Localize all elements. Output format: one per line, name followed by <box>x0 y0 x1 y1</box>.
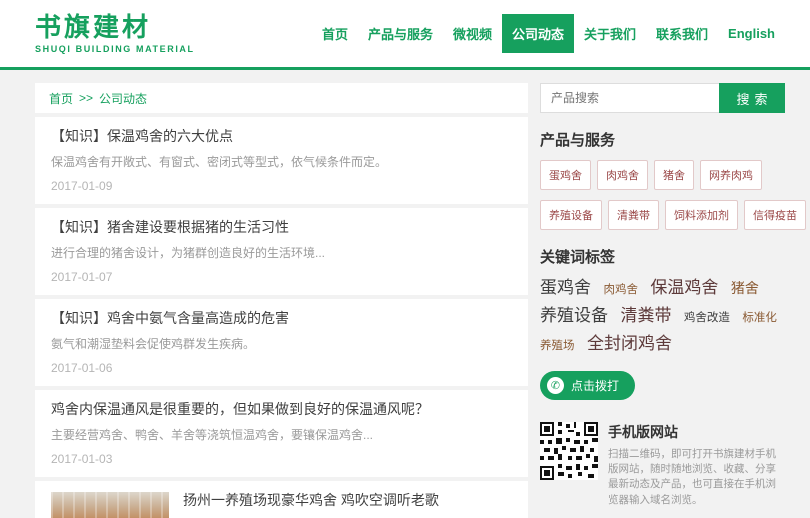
keyword-tag[interactable]: 保温鸡舍 <box>650 278 718 297</box>
keyword-tag[interactable]: 养殖设备 <box>540 306 608 325</box>
nav-item-english[interactable]: English <box>718 16 785 51</box>
product-tag[interactable]: 蛋鸡舍 <box>540 160 591 190</box>
logo-subtitle: SHUQI BUILDING MATERIAL <box>35 44 195 54</box>
news-title[interactable]: 鸡舍内保温通风是很重要的，但如果做到良好的保温通风呢？ <box>51 401 512 417</box>
news-description: 进行合理的猪舍设计，为猪群创造良好的生活环境... <box>51 246 512 260</box>
content: 首页 >> 公司动态 【知识】保温鸡舍的六大优点 保温鸡舍有开敞式、有窗式、密闭… <box>0 70 810 518</box>
search-input[interactable] <box>540 83 719 113</box>
nav-item-video[interactable]: 微视频 <box>443 14 502 53</box>
news-title[interactable]: 【知识】保温鸡舍的六大优点 <box>51 128 512 144</box>
product-tag[interactable]: 清粪带 <box>608 200 659 230</box>
news-description: 保温鸡舍有开敞式、有窗式、密闭式等型式，依气候条件而定。 <box>51 155 512 169</box>
phone-icon: ✆ <box>547 377 564 394</box>
mobile-site-title: 手机版网站 <box>608 422 785 442</box>
news-title[interactable]: 【知识】猪舍建设要根据猪的生活习性 <box>51 219 512 235</box>
news-column: 首页 >> 公司动态 【知识】保温鸡舍的六大优点 保温鸡舍有开敞式、有窗式、密闭… <box>35 83 528 518</box>
nav-item-products[interactable]: 产品与服务 <box>358 14 443 53</box>
logo[interactable]: 书旗建材 SHUQI BUILDING MATERIAL <box>35 13 195 55</box>
news-item[interactable]: 【知识】鸡舍中氨气含量高造成的危害 氨气和潮湿垫料会促使鸡群发生疾病。 2017… <box>35 299 528 386</box>
news-description: 主要经营鸡舍、鸭舍、羊舍等浇筑恒温鸡舍，要镶保温鸡舍... <box>51 428 512 442</box>
mobile-site-description: 扫描二维码，即可打开书旗建材手机版网站，随时随地浏览、收藏、分享最新动态及产品，… <box>608 447 785 508</box>
nav-item-contact[interactable]: 联系我们 <box>646 14 718 53</box>
breadcrumb-separator: >> <box>79 91 93 105</box>
news-date: 2017-01-06 <box>51 361 512 375</box>
keyword-tag[interactable]: 全封闭鸡舍 <box>587 334 672 353</box>
news-date: 2017-01-03 <box>51 452 512 466</box>
click-to-call-button[interactable]: ✆ 点击拨打 <box>540 371 635 400</box>
product-tag[interactable]: 养殖设备 <box>540 200 602 230</box>
keyword-tag[interactable]: 猪舍 <box>731 280 759 296</box>
search-button[interactable]: 搜索 <box>719 83 785 113</box>
product-tag[interactable]: 猪舍 <box>654 160 694 190</box>
news-thumbnail <box>51 492 169 518</box>
news-title[interactable]: 【知识】鸡舍中氨气含量高造成的危害 <box>51 310 512 326</box>
breadcrumb-home-link[interactable]: 首页 <box>49 90 73 107</box>
sidebar: 搜索 产品与服务 蛋鸡舍 肉鸡舍 猪舍 网养肉鸡 养殖设备 清粪带 饲料添加剂 … <box>540 83 785 518</box>
product-tag[interactable]: 信得疫苗 <box>744 200 806 230</box>
product-tag[interactable]: 肉鸡舍 <box>597 160 648 190</box>
call-button-label: 点击拨打 <box>571 377 619 394</box>
products-section-title: 产品与服务 <box>540 129 785 150</box>
breadcrumb: 首页 >> 公司动态 <box>35 83 528 113</box>
product-tag-row: 蛋鸡舍 肉鸡舍 猪舍 网养肉鸡 <box>540 160 785 190</box>
news-item[interactable]: 鸡舍内保温通风是很重要的，但如果做到良好的保温通风呢？ 主要经营鸡舍、鸭舍、羊舍… <box>35 390 528 477</box>
news-item[interactable]: 【知识】猪舍建设要根据猪的生活习性 进行合理的猪舍设计，为猪群创造良好的生活环境… <box>35 208 528 295</box>
keyword-tag[interactable]: 清粪带 <box>620 306 671 325</box>
product-tag[interactable]: 饲料添加剂 <box>665 200 738 230</box>
news-date: 2017-01-07 <box>51 270 512 284</box>
main-nav: 首页 产品与服务 微视频 公司动态 关于我们 联系我们 English <box>312 14 785 53</box>
nav-item-about[interactable]: 关于我们 <box>574 14 646 53</box>
nav-item-home[interactable]: 首页 <box>312 14 358 53</box>
logo-title: 书旗建材 <box>35 13 195 42</box>
news-date: 2017-01-09 <box>51 179 512 193</box>
keyword-tag[interactable]: 肉鸡舍 <box>603 284 638 296</box>
news-title[interactable]: 扬州一养殖场现豪华鸡舍 鸡吹空调听老歌 <box>183 492 439 508</box>
news-item[interactable]: 【知识】保温鸡舍的六大优点 保温鸡舍有开敞式、有窗式、密闭式等型式，依气候条件而… <box>35 117 528 204</box>
breadcrumb-current: 公司动态 <box>99 90 147 107</box>
news-description: 氨气和潮湿垫料会促使鸡群发生疾病。 <box>51 337 512 351</box>
nav-item-company-news[interactable]: 公司动态 <box>502 14 574 53</box>
qr-code-mobile-site <box>540 422 598 480</box>
keyword-tag[interactable]: 鸡舍改造 <box>684 312 730 324</box>
product-search: 搜索 <box>540 83 785 113</box>
keyword-tag-cloud: 蛋鸡舍 肉鸡舍 保温鸡舍 猪舍 养殖设备 清粪带 鸡舍改造 标准化养殖场 全封闭… <box>540 275 785 359</box>
mobile-site-qr-block: 手机版网站 扫描二维码，即可打开书旗建材手机版网站，随时随地浏览、收藏、分享最新… <box>540 422 785 508</box>
news-item[interactable]: 扬州一养殖场现豪华鸡舍 鸡吹空调听老歌 2016-11-30 <box>35 481 528 518</box>
header: 书旗建材 SHUQI BUILDING MATERIAL 首页 产品与服务 微视… <box>0 0 810 70</box>
product-tag[interactable]: 网养肉鸡 <box>700 160 762 190</box>
keywords-section-title: 关键词标签 <box>540 246 785 267</box>
product-tag-row: 养殖设备 清粪带 饲料添加剂 信得疫苗 <box>540 200 785 230</box>
keyword-tag[interactable]: 蛋鸡舍 <box>540 278 591 297</box>
